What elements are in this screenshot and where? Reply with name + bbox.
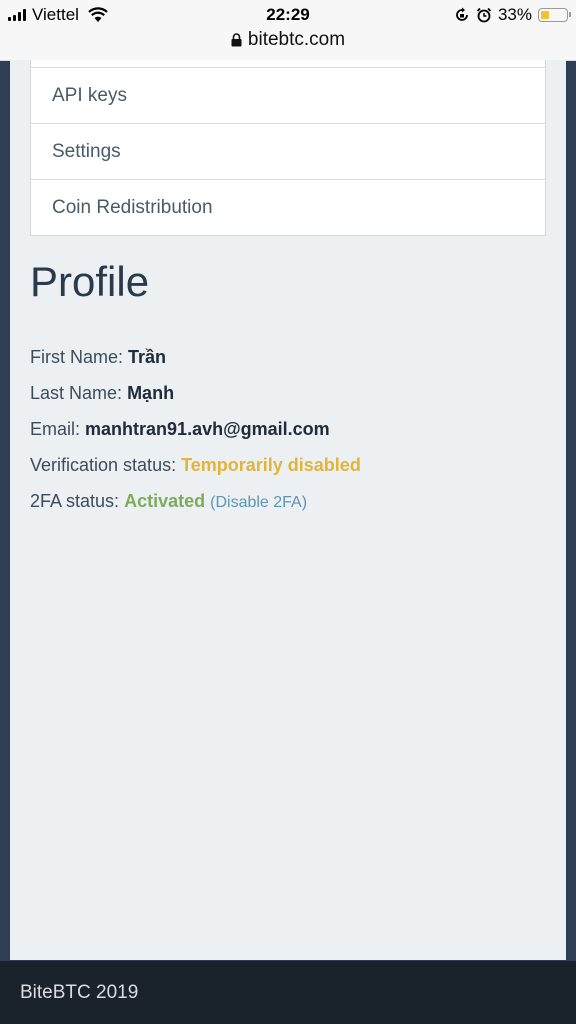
status-bar: Viettel 22:29 33% bitebtc.com (0, 0, 576, 61)
rotation-lock-icon (456, 7, 468, 21)
last-name-label: Last Name: (30, 383, 123, 403)
status-right: 33% (454, 4, 571, 26)
first-name-value: Trần (128, 347, 167, 367)
url-text: bitebtc.com (247, 29, 346, 50)
menu-item-settings[interactable]: Settings (30, 124, 546, 180)
twofa-status-value: Activated (124, 491, 206, 511)
battery-level (541, 11, 549, 19)
battery-percentage: 33% (497, 5, 532, 24)
menu-item-previous[interactable] (30, 60, 546, 68)
footer-copyright: BiteBTC 2019 (20, 981, 139, 1003)
verification-label: Verification status: (30, 455, 177, 475)
twofa-label: 2FA status: (30, 491, 120, 511)
page-title: Profile (30, 258, 150, 305)
email-value: manhtran91.avh@gmail.com (85, 419, 330, 439)
email-label: Email: (30, 419, 81, 439)
last-name-row: Last Name: Mạnh (30, 381, 174, 405)
verification-status-value: Temporarily disabled (181, 455, 361, 475)
alarm-icon (476, 7, 492, 23)
first-name-label: First Name: (30, 347, 124, 367)
footer: BiteBTC 2019 (0, 961, 576, 1024)
main-content: API keys Settings Coin Redistribution Pr… (10, 60, 566, 960)
disable-2fa-link[interactable]: (Disable 2FA) (210, 494, 307, 511)
first-name-row: First Name: Trần (30, 345, 166, 369)
account-menu: API keys Settings Coin Redistribution (30, 60, 546, 236)
address-bar[interactable]: bitebtc.com (0, 27, 576, 53)
menu-item-api-keys[interactable]: API keys (30, 68, 546, 124)
lock-icon (231, 33, 242, 47)
menu-item-coin-redistribution[interactable]: Coin Redistribution (30, 180, 546, 236)
twofa-row: 2FA status: Activated (Disable 2FA) (30, 489, 307, 515)
last-name-value: Mạnh (127, 383, 175, 403)
email-row: Email: manhtran91.avh@gmail.com (30, 417, 330, 441)
battery-icon (538, 8, 571, 22)
verification-row: Verification status: Temporarily disable… (30, 453, 361, 477)
